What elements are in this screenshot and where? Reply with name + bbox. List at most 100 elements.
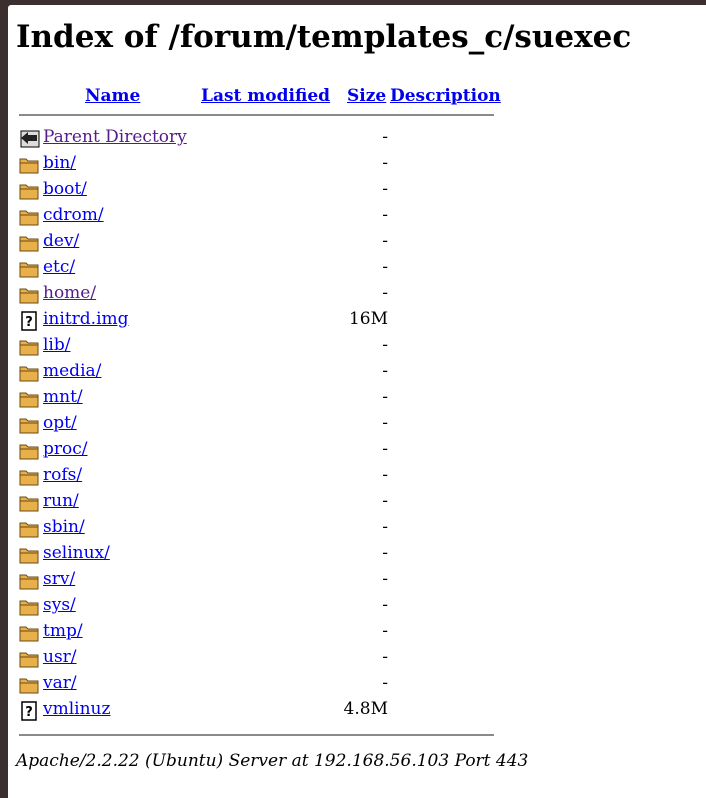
parent-directory-link[interactable]: Parent Directory [43, 127, 187, 147]
entry-link[interactable]: mnt/ [43, 387, 83, 407]
file-size: 16M [348, 309, 388, 329]
server-signature: Apache/2.2.22 (Ubuntu) Server at 192.168… [16, 751, 529, 771]
list-item: cdrom/ - [8, 204, 706, 230]
entry-link[interactable]: opt/ [43, 413, 77, 433]
folder-icon [19, 675, 39, 695]
unknown-file-icon: ? [19, 701, 39, 721]
file-size: - [382, 595, 388, 615]
folder-icon [19, 493, 39, 513]
folder-icon [19, 337, 39, 357]
file-size: - [382, 465, 388, 485]
file-size: - [382, 205, 388, 225]
file-size: - [382, 335, 388, 355]
folder-icon [19, 571, 39, 591]
folder-icon [19, 233, 39, 253]
entry-link[interactable]: initrd.img [43, 309, 129, 329]
entry-link[interactable]: home/ [43, 283, 96, 303]
list-item: ? vmlinuz 4.8M [8, 698, 706, 724]
folder-icon [19, 181, 39, 201]
svg-text:?: ? [25, 315, 33, 330]
entry-link[interactable]: vmlinuz [43, 699, 110, 719]
entry-link[interactable]: lib/ [43, 335, 70, 355]
list-item: ? initrd.img 16M [8, 308, 706, 334]
file-size: - [382, 621, 388, 641]
folder-icon [19, 207, 39, 227]
list-item: selinux/ - [8, 542, 706, 568]
entry-link[interactable]: srv/ [43, 569, 75, 589]
parent-directory-row: Parent Directory - [8, 126, 706, 152]
entry-link[interactable]: etc/ [43, 257, 75, 277]
entry-link[interactable]: sbin/ [43, 517, 85, 537]
list-item: sbin/ - [8, 516, 706, 542]
entry-link[interactable]: run/ [43, 491, 79, 511]
entry-link[interactable]: cdrom/ [43, 205, 104, 225]
file-size: - [382, 439, 388, 459]
list-item: etc/ - [8, 256, 706, 282]
list-item: srv/ - [8, 568, 706, 594]
list-item: bin/ - [8, 152, 706, 178]
entry-link[interactable]: dev/ [43, 231, 79, 251]
file-size: - [382, 543, 388, 563]
file-size: - [382, 231, 388, 251]
list-item: media/ - [8, 360, 706, 386]
file-size: - [382, 517, 388, 537]
file-size: - [382, 361, 388, 381]
file-size: - [382, 387, 388, 407]
list-item: proc/ - [8, 438, 706, 464]
entry-link[interactable]: rofs/ [43, 465, 82, 485]
folder-icon [19, 519, 39, 539]
entry-link[interactable]: bin/ [43, 153, 76, 173]
sort-by-description-link[interactable]: Description [390, 86, 501, 106]
svg-text:?: ? [25, 705, 33, 720]
folder-icon [19, 545, 39, 565]
file-size: - [382, 413, 388, 433]
folder-icon [19, 597, 39, 617]
file-size: - [382, 153, 388, 173]
file-size: - [382, 127, 388, 147]
sort-by-last-modified-link[interactable]: Last modified [201, 86, 330, 106]
folder-icon [19, 285, 39, 305]
folder-icon [19, 467, 39, 487]
folder-icon [19, 623, 39, 643]
back-icon [19, 129, 40, 149]
page-title: Index of /forum/templates_c/suexec [16, 19, 632, 55]
entry-link[interactable]: usr/ [43, 647, 77, 667]
file-size: - [382, 491, 388, 511]
list-item: var/ - [8, 672, 706, 698]
folder-icon [19, 415, 39, 435]
list-item: run/ - [8, 490, 706, 516]
file-size: - [382, 283, 388, 303]
page: Index of /forum/templates_c/suexec Name … [8, 5, 706, 798]
folder-icon [19, 259, 39, 279]
list-item: dev/ - [8, 230, 706, 256]
folder-icon [19, 389, 39, 409]
footer-divider [19, 734, 494, 736]
file-size: 4.8M [343, 699, 388, 719]
folder-icon [19, 441, 39, 461]
file-size: - [382, 179, 388, 199]
entry-link[interactable]: media/ [43, 361, 101, 381]
list-item: usr/ - [8, 646, 706, 672]
entry-link[interactable]: boot/ [43, 179, 87, 199]
list-item: lib/ - [8, 334, 706, 360]
list-item: opt/ - [8, 412, 706, 438]
entry-link[interactable]: var/ [43, 673, 77, 693]
entry-link[interactable]: selinux/ [43, 543, 110, 563]
sort-by-size-link[interactable]: Size [347, 86, 386, 106]
file-size: - [382, 569, 388, 589]
sort-by-name-link[interactable]: Name [85, 86, 140, 106]
file-size: - [382, 673, 388, 693]
list-item: boot/ - [8, 178, 706, 204]
folder-icon [19, 363, 39, 383]
entry-link[interactable]: sys/ [43, 595, 76, 615]
header-divider [19, 114, 494, 116]
list-item: mnt/ - [8, 386, 706, 412]
unknown-file-icon: ? [19, 311, 39, 331]
folder-icon [19, 649, 39, 669]
list-item: home/ - [8, 282, 706, 308]
file-size: - [382, 257, 388, 277]
entry-link[interactable]: tmp/ [43, 621, 83, 641]
entry-link[interactable]: proc/ [43, 439, 88, 459]
list-item: tmp/ - [8, 620, 706, 646]
list-item: sys/ - [8, 594, 706, 620]
